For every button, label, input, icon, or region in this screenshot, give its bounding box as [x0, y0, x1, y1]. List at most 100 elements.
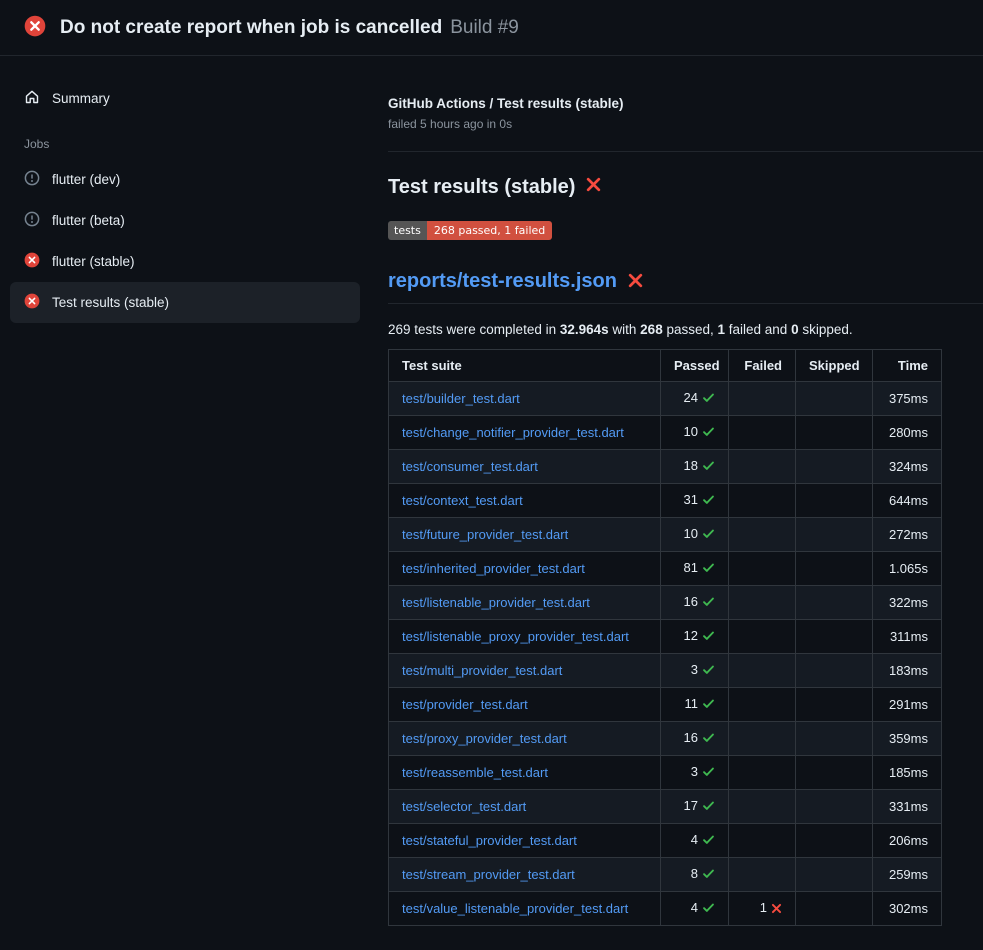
passed-count: 16 — [684, 594, 698, 609]
check-icon — [702, 799, 715, 815]
time-value: 322ms — [889, 595, 928, 610]
time-value: 644ms — [889, 493, 928, 508]
table-row: test/provider_test.dart 11 291ms — [389, 688, 942, 722]
col-header-skipped: Skipped — [796, 350, 873, 382]
table-row: test/stream_provider_test.dart 8 259ms — [389, 858, 942, 892]
test-suite-link[interactable]: test/stream_provider_test.dart — [402, 867, 575, 882]
sidebar: Summary Jobs flutter (dev) flut — [0, 56, 372, 323]
table-row: test/consumer_test.dart 18 324ms — [389, 450, 942, 484]
test-suite-link[interactable]: test/listenable_provider_test.dart — [402, 595, 590, 610]
passed-count: 31 — [684, 492, 698, 507]
summary-text: skipped. — [799, 322, 853, 337]
sidebar-item-flutter-dev[interactable]: flutter (dev) — [10, 159, 360, 200]
check-icon — [702, 765, 715, 781]
test-suite-link[interactable]: test/selector_test.dart — [402, 799, 526, 814]
test-suite-link[interactable]: test/inherited_provider_test.dart — [402, 561, 585, 576]
sidebar-item-flutter-stable[interactable]: flutter (stable) — [10, 241, 360, 282]
table-row: test/future_provider_test.dart 10 272ms — [389, 518, 942, 552]
summary-skipped-count: 0 — [791, 322, 799, 337]
passed-count: 3 — [691, 764, 698, 779]
time-value: 185ms — [889, 765, 928, 780]
summary-text: passed, — [663, 322, 718, 337]
sidebar-job-label: flutter (stable) — [52, 254, 135, 269]
summary-failed-count: 1 — [718, 322, 726, 337]
test-suite-link[interactable]: test/provider_test.dart — [402, 697, 528, 712]
check-icon — [702, 833, 715, 849]
neutral-status-icon — [24, 170, 40, 189]
passed-count: 24 — [684, 390, 698, 405]
test-suite-link[interactable]: test/multi_provider_test.dart — [402, 663, 562, 678]
test-suite-link[interactable]: test/context_test.dart — [402, 493, 523, 508]
sidebar-item-test-results-stable[interactable]: Test results (stable) — [10, 282, 360, 323]
failed-x-icon — [585, 176, 602, 199]
check-icon — [702, 425, 715, 441]
passed-count: 81 — [684, 560, 698, 575]
x-icon — [771, 902, 782, 917]
failed-status-icon — [24, 252, 40, 271]
breadcrumb: GitHub Actions / Test results (stable) — [388, 96, 983, 111]
main-content: GitHub Actions / Test results (stable) f… — [372, 56, 983, 950]
table-row: test/listenable_provider_test.dart 16 32… — [389, 586, 942, 620]
sidebar-job-label: flutter (dev) — [52, 172, 120, 187]
passed-count: 8 — [691, 866, 698, 881]
time-value: 272ms — [889, 527, 928, 542]
time-value: 324ms — [889, 459, 928, 474]
results-table-body: test/builder_test.dart 24 375ms test/cha… — [389, 382, 942, 926]
summary-duration: 32.964s — [560, 322, 609, 337]
sidebar-job-label: flutter (beta) — [52, 213, 125, 228]
passed-count: 11 — [685, 696, 699, 711]
table-row: test/stateful_provider_test.dart 4 206ms — [389, 824, 942, 858]
passed-count: 4 — [691, 832, 698, 847]
test-suite-link[interactable]: test/reassemble_test.dart — [402, 765, 548, 780]
sidebar-summary-label: Summary — [52, 91, 110, 106]
table-row: test/reassemble_test.dart 3 185ms — [389, 756, 942, 790]
run-build-number: Build #9 — [450, 17, 519, 39]
time-value: 311ms — [890, 629, 928, 644]
table-row: test/inherited_provider_test.dart 81 1.0… — [389, 552, 942, 586]
sidebar-item-summary[interactable]: Summary — [10, 78, 360, 119]
run-failed-icon — [24, 15, 46, 40]
test-suite-link[interactable]: test/listenable_proxy_provider_test.dart — [402, 629, 629, 644]
check-icon — [702, 697, 715, 713]
test-results-table: Test suite Passed Failed Skipped Time te… — [388, 349, 942, 926]
test-suite-link[interactable]: test/consumer_test.dart — [402, 459, 538, 474]
check-icon — [702, 561, 715, 577]
sidebar-item-flutter-beta[interactable]: flutter (beta) — [10, 200, 360, 241]
passed-count: 4 — [691, 900, 698, 915]
failed-x-icon — [627, 272, 644, 292]
run-header: Do not create report when job is cancell… — [0, 0, 983, 56]
tests-status-badge: tests 268 passed, 1 failed — [388, 221, 552, 240]
time-value: 183ms — [889, 663, 928, 678]
neutral-status-icon — [24, 211, 40, 230]
test-suite-link[interactable]: test/builder_test.dart — [402, 391, 520, 406]
col-header-passed: Passed — [661, 350, 729, 382]
test-suite-link[interactable]: test/change_notifier_provider_test.dart — [402, 425, 624, 440]
home-icon — [24, 89, 40, 108]
time-value: 302ms — [889, 901, 928, 916]
badge-value: 268 passed, 1 failed — [427, 221, 552, 240]
jobs-heading: Jobs — [10, 119, 360, 159]
check-icon — [702, 663, 715, 679]
report-heading: reports/test-results.json — [388, 270, 983, 304]
test-suite-link[interactable]: test/proxy_provider_test.dart — [402, 731, 567, 746]
summary-text: failed and — [725, 322, 791, 337]
time-value: 375ms — [889, 391, 928, 406]
test-suite-link[interactable]: test/future_provider_test.dart — [402, 527, 568, 542]
passed-count: 10 — [684, 526, 698, 541]
failed-count: 1 — [760, 900, 767, 915]
table-row: test/proxy_provider_test.dart 16 359ms — [389, 722, 942, 756]
time-value: 331ms — [889, 799, 928, 814]
passed-count: 17 — [684, 798, 698, 813]
check-icon — [702, 731, 715, 747]
run-meta: failed 5 hours ago in 0s — [388, 117, 983, 131]
passed-count: 3 — [691, 662, 698, 677]
check-icon — [702, 459, 715, 475]
report-file-link[interactable]: reports/test-results.json — [388, 270, 617, 293]
test-suite-link[interactable]: test/stateful_provider_test.dart — [402, 833, 577, 848]
test-suite-link[interactable]: test/value_listenable_provider_test.dart — [402, 901, 628, 916]
check-icon — [702, 901, 715, 917]
failed-status-icon — [24, 293, 40, 312]
passed-count: 12 — [684, 628, 698, 643]
table-row: test/selector_test.dart 17 331ms — [389, 790, 942, 824]
summary-passed-count: 268 — [640, 322, 663, 337]
